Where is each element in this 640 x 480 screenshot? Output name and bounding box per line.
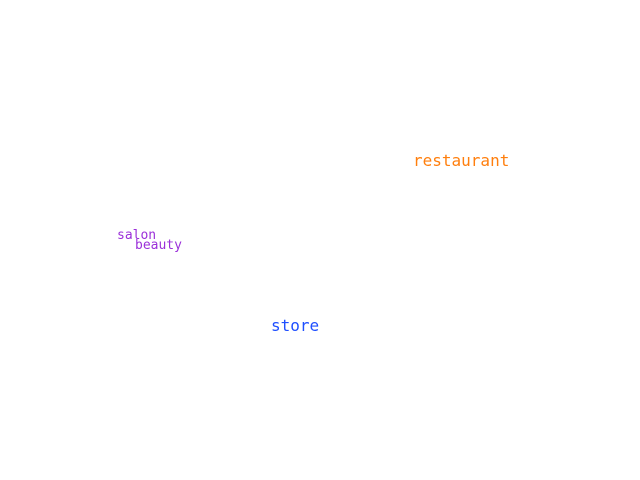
word-canvas: restaurant salon beauty store xyxy=(0,0,640,480)
word-store: store xyxy=(271,316,320,335)
word-restaurant: restaurant xyxy=(413,151,510,170)
word-beauty: beauty xyxy=(135,238,182,253)
